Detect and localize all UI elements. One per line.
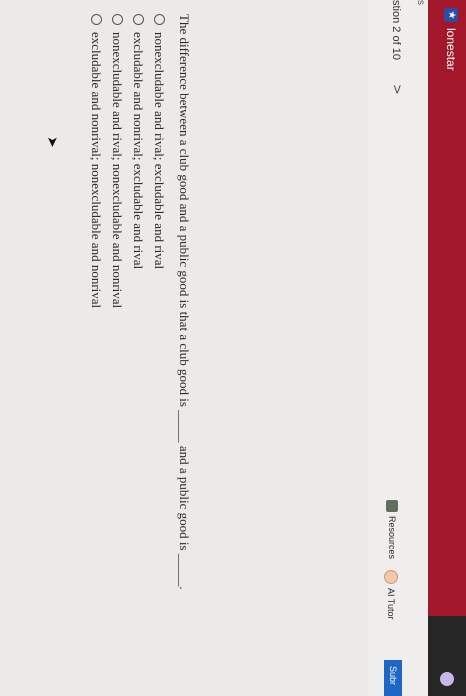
question-prompt: The difference between a club good and a… (177, 14, 192, 590)
resources-label: Resources (387, 516, 397, 560)
option-label: excludable and nonrival; nonexcludable a… (89, 32, 105, 309)
tutor-avatar-icon (384, 570, 398, 584)
submit-button[interactable]: Subr (384, 660, 402, 696)
brand[interactable]: ★ lonestar (444, 8, 458, 71)
radio-button[interactable] (112, 14, 123, 25)
question-counter: stion 2 of 10 (390, 0, 402, 60)
ai-tutor-label: AI Tutor (386, 588, 396, 620)
resources-button[interactable]: Resources (386, 500, 398, 559)
next-question-chevron-icon[interactable]: > (389, 84, 404, 95)
mouse-pointer-icon: ➤ (44, 136, 60, 148)
answer-option-2[interactable]: excludable and nonrival; excludable and … (128, 14, 149, 308)
question-content: The difference between a club good and a… (0, 0, 368, 696)
ai-tutor-button[interactable]: AI Tutor (384, 570, 398, 620)
app-window: ★ lonestar s stion 2 of 10 > Resources A… (0, 0, 466, 696)
book-icon (386, 500, 398, 512)
answer-option-1[interactable]: nonexcludable and rival; excludable and … (149, 14, 170, 308)
extension-icon[interactable] (440, 672, 454, 686)
question-nav: s stion 2 of 10 > Resources AI Tutor Sub… (368, 0, 428, 696)
answer-option-4[interactable]: excludable and nonrival; nonexcludable a… (86, 14, 107, 308)
option-label: excludable and nonrival; excludable and … (131, 32, 147, 270)
brand-label: lonestar (444, 28, 458, 71)
answer-option-3[interactable]: nonexcludable and rival; nonexcludable a… (107, 14, 128, 308)
option-label: nonexcludable and rival; excludable and … (152, 32, 168, 270)
answer-options: nonexcludable and rival; excludable and … (86, 14, 170, 308)
radio-button[interactable] (133, 14, 144, 25)
star-icon: ★ (444, 8, 458, 22)
radio-button[interactable] (91, 14, 102, 25)
top-bar: ★ lonestar (428, 0, 466, 696)
window-corner (428, 616, 466, 696)
option-label: nonexcludable and rival; nonexcludable a… (110, 32, 126, 309)
radio-button[interactable] (154, 14, 165, 25)
breadcrumb[interactable]: s (415, 0, 426, 5)
